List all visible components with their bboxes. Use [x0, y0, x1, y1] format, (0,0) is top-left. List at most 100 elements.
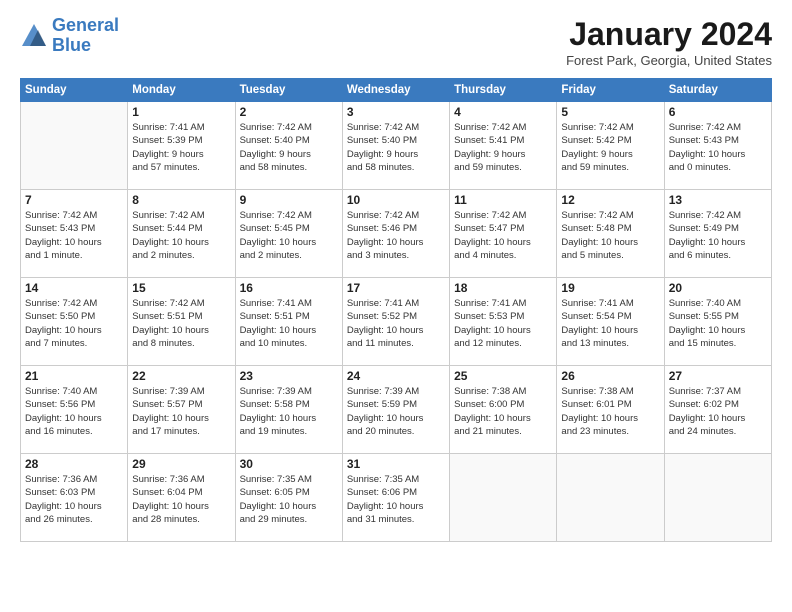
header-row: Sunday Monday Tuesday Wednesday Thursday… [21, 79, 772, 102]
day-number: 25 [454, 369, 552, 383]
day-number: 8 [132, 193, 230, 207]
calendar-cell: 30 Sunrise: 7:35 AM Sunset: 6:05 PM Dayli… [235, 454, 342, 542]
day-info: Sunrise: 7:35 AM Sunset: 6:06 PM Dayligh… [347, 473, 445, 526]
day-info: Sunrise: 7:42 AM Sunset: 5:49 PM Dayligh… [669, 209, 767, 262]
calendar-cell [450, 454, 557, 542]
calendar-cell: 18 Sunrise: 7:41 AM Sunset: 5:53 PM Dayli… [450, 278, 557, 366]
day-info: Sunrise: 7:40 AM Sunset: 5:55 PM Dayligh… [669, 297, 767, 350]
calendar-cell: 27Sunrise: 7:37 AM Sunset: 6:02 PM Dayli… [664, 366, 771, 454]
col-wednesday: Wednesday [342, 79, 449, 102]
day-number: 11 [454, 193, 552, 207]
col-saturday: Saturday [664, 79, 771, 102]
day-number: 23 [240, 369, 338, 383]
calendar-cell: 21 Sunrise: 7:40 AM Sunset: 5:56 PM Dayli… [21, 366, 128, 454]
calendar-cell: 25 Sunrise: 7:38 AM Sunset: 6:00 PM Dayli… [450, 366, 557, 454]
calendar-cell: 19 Sunrise: 7:41 AM Sunset: 5:54 PM Dayli… [557, 278, 664, 366]
day-info: Sunrise: 7:41 AM Sunset: 5:51 PM Dayligh… [240, 297, 338, 350]
day-info: Sunrise: 7:42 AM Sunset: 5:50 PM Dayligh… [25, 297, 123, 350]
calendar-cell: 16 Sunrise: 7:41 AM Sunset: 5:51 PM Dayli… [235, 278, 342, 366]
day-info: Sunrise: 7:39 AM Sunset: 5:58 PM Dayligh… [240, 385, 338, 438]
calendar-cell: 1Sunrise: 7:41 AM Sunset: 5:39 PM Daylig… [128, 102, 235, 190]
day-info: Sunrise: 7:42 AM Sunset: 5:44 PM Dayligh… [132, 209, 230, 262]
col-friday: Friday [557, 79, 664, 102]
day-info: Sunrise: 7:42 AM Sunset: 5:41 PM Dayligh… [454, 121, 552, 174]
day-info: Sunrise: 7:36 AM Sunset: 6:04 PM Dayligh… [132, 473, 230, 526]
day-number: 29 [132, 457, 230, 471]
day-info: Sunrise: 7:35 AM Sunset: 6:05 PM Dayligh… [240, 473, 338, 526]
logo-text: General Blue [52, 16, 119, 56]
calendar-cell: 28Sunrise: 7:36 AM Sunset: 6:03 PM Dayli… [21, 454, 128, 542]
day-number: 9 [240, 193, 338, 207]
calendar-cell: 24 Sunrise: 7:39 AM Sunset: 5:59 PM Dayli… [342, 366, 449, 454]
day-number: 31 [347, 457, 445, 471]
day-number: 15 [132, 281, 230, 295]
calendar-cell: 8 Sunrise: 7:42 AM Sunset: 5:44 PM Daylig… [128, 190, 235, 278]
logo-line2: Blue [52, 35, 91, 55]
calendar-cell: 11Sunrise: 7:42 AM Sunset: 5:47 PM Dayli… [450, 190, 557, 278]
day-info: Sunrise: 7:39 AM Sunset: 5:59 PM Dayligh… [347, 385, 445, 438]
day-number: 18 [454, 281, 552, 295]
day-info: Sunrise: 7:42 AM Sunset: 5:51 PM Dayligh… [132, 297, 230, 350]
calendar-cell: 10Sunrise: 7:42 AM Sunset: 5:46 PM Dayli… [342, 190, 449, 278]
location: Forest Park, Georgia, United States [566, 53, 772, 68]
calendar-cell: 2 Sunrise: 7:42 AM Sunset: 5:40 PM Daylig… [235, 102, 342, 190]
logo: General Blue [20, 16, 119, 56]
col-tuesday: Tuesday [235, 79, 342, 102]
day-number: 17 [347, 281, 445, 295]
day-number: 27 [669, 369, 767, 383]
day-number: 19 [561, 281, 659, 295]
day-number: 22 [132, 369, 230, 383]
title-block: January 2024 Forest Park, Georgia, Unite… [566, 16, 772, 68]
day-number: 14 [25, 281, 123, 295]
day-number: 6 [669, 105, 767, 119]
day-number: 26 [561, 369, 659, 383]
day-info: Sunrise: 7:42 AM Sunset: 5:42 PM Dayligh… [561, 121, 659, 174]
calendar-cell: 15 Sunrise: 7:42 AM Sunset: 5:51 PM Dayli… [128, 278, 235, 366]
calendar-cell: 6 Sunrise: 7:42 AM Sunset: 5:43 PM Daylig… [664, 102, 771, 190]
col-thursday: Thursday [450, 79, 557, 102]
calendar-cell: 12Sunrise: 7:42 AM Sunset: 5:48 PM Dayli… [557, 190, 664, 278]
day-number: 28 [25, 457, 123, 471]
day-info: Sunrise: 7:41 AM Sunset: 5:53 PM Dayligh… [454, 297, 552, 350]
calendar-cell: 4 Sunrise: 7:42 AM Sunset: 5:41 PM Daylig… [450, 102, 557, 190]
day-info: Sunrise: 7:38 AM Sunset: 6:01 PM Dayligh… [561, 385, 659, 438]
calendar-cell [21, 102, 128, 190]
calendar: Sunday Monday Tuesday Wednesday Thursday… [20, 78, 772, 542]
calendar-cell: 23 Sunrise: 7:39 AM Sunset: 5:58 PM Dayli… [235, 366, 342, 454]
day-number: 13 [669, 193, 767, 207]
calendar-week-3: 21 Sunrise: 7:40 AM Sunset: 5:56 PM Dayli… [21, 366, 772, 454]
day-info: Sunrise: 7:42 AM Sunset: 5:40 PM Dayligh… [240, 121, 338, 174]
day-info: Sunrise: 7:41 AM Sunset: 5:54 PM Dayligh… [561, 297, 659, 350]
calendar-cell: 20Sunrise: 7:40 AM Sunset: 5:55 PM Dayli… [664, 278, 771, 366]
day-info: Sunrise: 7:42 AM Sunset: 5:40 PM Dayligh… [347, 121, 445, 174]
calendar-week-2: 14 Sunrise: 7:42 AM Sunset: 5:50 PM Dayli… [21, 278, 772, 366]
logo-line1: General [52, 15, 119, 35]
calendar-cell: 7Sunrise: 7:42 AM Sunset: 5:43 PM Daylig… [21, 190, 128, 278]
day-number: 3 [347, 105, 445, 119]
col-monday: Monday [128, 79, 235, 102]
month-title: January 2024 [566, 16, 772, 53]
day-number: 30 [240, 457, 338, 471]
calendar-week-1: 7Sunrise: 7:42 AM Sunset: 5:43 PM Daylig… [21, 190, 772, 278]
day-number: 24 [347, 369, 445, 383]
calendar-cell: 9Sunrise: 7:42 AM Sunset: 5:45 PM Daylig… [235, 190, 342, 278]
day-info: Sunrise: 7:38 AM Sunset: 6:00 PM Dayligh… [454, 385, 552, 438]
day-number: 7 [25, 193, 123, 207]
day-number: 2 [240, 105, 338, 119]
calendar-week-0: 1Sunrise: 7:41 AM Sunset: 5:39 PM Daylig… [21, 102, 772, 190]
day-info: Sunrise: 7:40 AM Sunset: 5:56 PM Dayligh… [25, 385, 123, 438]
day-number: 10 [347, 193, 445, 207]
calendar-cell: 31 Sunrise: 7:35 AM Sunset: 6:06 PM Dayli… [342, 454, 449, 542]
calendar-cell [557, 454, 664, 542]
day-number: 21 [25, 369, 123, 383]
day-info: Sunrise: 7:41 AM Sunset: 5:39 PM Dayligh… [132, 121, 230, 174]
day-number: 4 [454, 105, 552, 119]
calendar-cell [664, 454, 771, 542]
calendar-cell: 22Sunrise: 7:39 AM Sunset: 5:57 PM Dayli… [128, 366, 235, 454]
day-info: Sunrise: 7:42 AM Sunset: 5:43 PM Dayligh… [669, 121, 767, 174]
header: General Blue January 2024 Forest Park, G… [20, 16, 772, 68]
calendar-cell: 5Sunrise: 7:42 AM Sunset: 5:42 PM Daylig… [557, 102, 664, 190]
day-info: Sunrise: 7:41 AM Sunset: 5:52 PM Dayligh… [347, 297, 445, 350]
calendar-cell: 26 Sunrise: 7:38 AM Sunset: 6:01 PM Dayli… [557, 366, 664, 454]
day-number: 16 [240, 281, 338, 295]
